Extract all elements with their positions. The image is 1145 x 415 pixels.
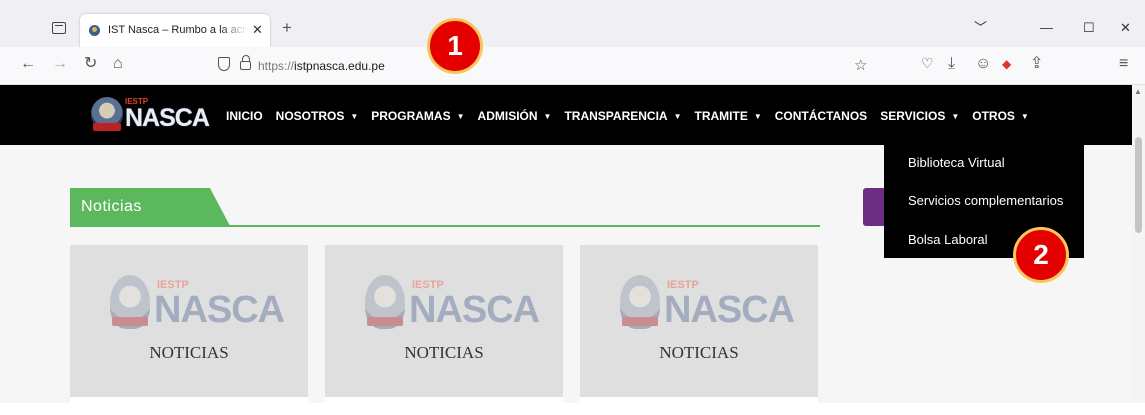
forward-icon[interactable]: → <box>52 56 68 72</box>
card-footer <box>580 397 818 415</box>
menu-label: SERVICIOS <box>880 109 946 123</box>
tab-list-icon[interactable] <box>52 22 66 34</box>
menu-item-tramite[interactable]: TRAMITE ▼ <box>695 109 762 123</box>
caret-down-icon: ▼ <box>543 111 552 121</box>
pocket-icon[interactable]: ♡ <box>921 56 934 70</box>
site-favicon-icon <box>89 25 100 36</box>
card-footer <box>70 397 308 415</box>
card-nasca-text: NASCA <box>664 289 795 331</box>
close-window-button[interactable]: ✕ <box>1120 21 1131 34</box>
logo-band <box>93 123 121 131</box>
tracking-protection-icon[interactable] <box>218 57 230 71</box>
menu-label: TRAMITE <box>694 109 748 123</box>
bookmark-star-icon[interactable]: ☆ <box>854 56 867 74</box>
logo-big-text: NASCA <box>125 104 210 132</box>
caret-down-icon: ▼ <box>951 111 960 121</box>
menu-item-otros[interactable]: OTROS ▼ <box>972 109 1029 123</box>
news-card[interactable]: IESTP NASCA NOTICIAS <box>325 245 563 415</box>
card-caption: NOTICIAS <box>404 343 484 362</box>
url-protocol: https:// <box>258 59 295 73</box>
menu-label: CONTÁCTANOS <box>774 109 868 123</box>
annotation-badge-1: 1 <box>427 18 483 74</box>
card-caption: NOTICIAS <box>149 343 229 362</box>
caret-down-icon: ▼ <box>673 111 682 121</box>
new-tab-button[interactable]: + <box>282 19 292 36</box>
card-nasca-text: NASCA <box>154 289 285 331</box>
card-footer <box>325 397 563 415</box>
lock-icon[interactable] <box>240 55 251 70</box>
news-card[interactable]: IESTP NASCA NOTICIAS <box>70 245 308 415</box>
share-icon[interactable]: ⇪ <box>1030 56 1043 72</box>
menu-item-inicio[interactable]: INICIO <box>226 109 263 123</box>
dropdown-item-servicios-complementarios[interactable]: Servicios complementarios <box>908 193 1063 208</box>
back-icon[interactable]: ← <box>20 56 36 72</box>
menu-label: TRANSPARENCIA <box>564 109 668 123</box>
news-card[interactable]: IESTP NASCA NOTICIAS <box>580 245 818 415</box>
extension-icon[interactable]: ◆ <box>1002 58 1011 70</box>
maximize-button[interactable]: ☐ <box>1083 21 1095 34</box>
reload-icon[interactable]: ↻ <box>84 56 97 72</box>
minimize-button[interactable]: — <box>1040 21 1053 34</box>
browser-titlebar: IST Nasca – Rumbo a la acreditación ✕ + … <box>0 0 1145 48</box>
app-menu-icon[interactable]: ≡ <box>1119 56 1128 72</box>
news-section-title: Noticias <box>81 198 142 215</box>
dropdown-item-biblioteca-virtual[interactable]: Biblioteca Virtual <box>908 155 1005 170</box>
close-tab-icon[interactable]: ✕ <box>252 22 263 38</box>
url-host: istpnasca.edu.pe <box>294 59 385 73</box>
card-band <box>622 317 658 326</box>
menu-item-contactanos[interactable]: CONTÁCTANOS <box>775 109 867 123</box>
menu-item-admision[interactable]: ADMISIÓN ▼ <box>478 109 552 123</box>
card-band <box>367 317 403 326</box>
site-logo[interactable]: IESTP NASCA <box>89 93 210 137</box>
account-icon[interactable]: ☺ <box>975 56 991 72</box>
news-section-header: Noticias <box>70 188 820 228</box>
navigation-toolbar: ← → ↻ ⌂ https://istpnasca.edu.pe ☆ ♡ ⤓ ☺… <box>0 47 1145 85</box>
section-divider <box>70 225 820 227</box>
caret-down-icon: ▼ <box>350 111 359 121</box>
url-text[interactable]: https://istpnasca.edu.pe <box>258 59 385 73</box>
caret-down-icon: ▼ <box>753 111 762 121</box>
annotation-badge-2: 2 <box>1013 227 1069 283</box>
home-icon[interactable]: ⌂ <box>113 56 123 72</box>
tab-title: IST Nasca – Rumbo a la acreditación <box>108 24 248 36</box>
menu-label: PROGRAMAS <box>371 109 451 123</box>
menu-label: NOSOTROS <box>275 109 345 123</box>
menu-item-transparencia[interactable]: TRANSPARENCIA ▼ <box>564 109 681 123</box>
list-all-tabs-icon[interactable]: ﹀ <box>974 21 987 34</box>
card-band <box>112 317 148 326</box>
site-navbar: IESTP NASCA INICIO NOSOTROS ▼ PROGRAMAS ▼ … <box>0 85 1132 145</box>
caret-down-icon: ▼ <box>456 111 465 121</box>
scroll-up-icon[interactable]: ▲ <box>1134 87 1142 96</box>
menu-label: ADMISIÓN <box>477 109 538 123</box>
dropdown-item-bolsa-laboral[interactable]: Bolsa Laboral <box>908 232 988 247</box>
browser-tab[interactable]: IST Nasca – Rumbo a la acreditación ✕ <box>80 14 270 48</box>
menu-item-programas[interactable]: PROGRAMAS ▼ <box>371 109 464 123</box>
menu-label: OTROS <box>972 109 1015 123</box>
caret-down-icon: ▼ <box>1020 111 1029 121</box>
main-menu: INICIO NOSOTROS ▼ PROGRAMAS ▼ ADMISIÓN ▼ TR… <box>226 109 1042 123</box>
scroll-thumb[interactable] <box>1135 137 1142 233</box>
menu-item-servicios[interactable]: SERVICIOS ▼ <box>880 109 959 123</box>
address-bar[interactable]: https://istpnasca.edu.pe ☆ <box>204 51 884 81</box>
menu-label: INICIO <box>226 109 263 123</box>
menu-item-nosotros[interactable]: NOSOTROS ▼ <box>276 109 359 123</box>
card-caption: NOTICIAS <box>659 343 739 362</box>
card-nasca-text: NASCA <box>409 289 540 331</box>
downloads-icon[interactable]: ⤓ <box>948 56 955 72</box>
page-scrollbar[interactable]: ▲ <box>1132 85 1145 403</box>
